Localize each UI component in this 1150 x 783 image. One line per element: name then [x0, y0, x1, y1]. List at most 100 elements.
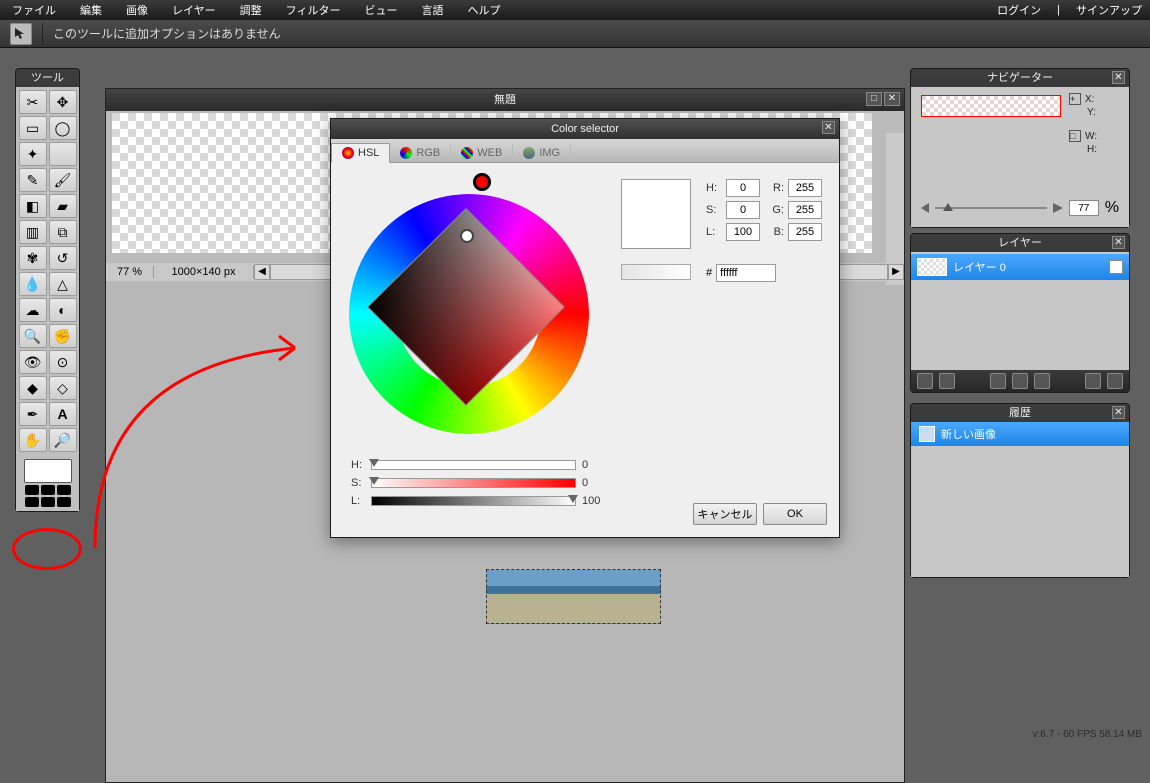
lasso-tool[interactable]: ◯	[49, 116, 77, 140]
preset-color-3[interactable]	[57, 485, 71, 495]
sponge-tool[interactable]: ◐	[49, 298, 77, 322]
hex-input[interactable]	[716, 264, 776, 282]
close-button[interactable]: ✕	[884, 92, 900, 106]
layer-row-0[interactable]: レイヤー 0 ✓	[911, 254, 1129, 280]
color-compare-strip	[621, 264, 691, 280]
new-layer-button[interactable]	[917, 373, 933, 389]
navigator-panel: ナビゲーター✕ +X: Y: □W: H: %	[910, 68, 1130, 228]
layer-name: レイヤー 0	[953, 259, 1006, 275]
s-slider[interactable]	[371, 478, 576, 488]
preset-color-5[interactable]	[41, 497, 55, 507]
navigator-thumbnail[interactable]	[921, 95, 1061, 117]
eyedropper-tool[interactable]: ✒	[19, 402, 47, 426]
clone-tool[interactable]: ⧉	[49, 220, 77, 244]
scroll-right-button[interactable]: ▶	[888, 264, 904, 280]
workspace: ツール ✂ ✥ ▭ ◯ ✦ ✎ 🖌 ◧ ▰ ▥ ⧉ ✾ ↺ 💧 △ ☁ ◐ 🔍 …	[0, 48, 1150, 740]
layer-settings-button[interactable]	[1085, 373, 1101, 389]
h-input[interactable]	[726, 179, 760, 197]
gradient-tool[interactable]: ▥	[19, 220, 47, 244]
r-label: R:	[764, 182, 784, 194]
g-label: G:	[764, 204, 784, 216]
s-input[interactable]	[726, 201, 760, 219]
tools-panel-title: ツール	[16, 69, 79, 87]
hand-tool[interactable]: ✋	[19, 428, 47, 452]
smudge-tool[interactable]: ☁	[19, 298, 47, 322]
delete-layer-button[interactable]	[1107, 373, 1123, 389]
preset-color-1[interactable]	[25, 485, 39, 495]
mask-button[interactable]	[939, 373, 955, 389]
tab-img[interactable]: IMG	[513, 144, 571, 162]
preset-color-4[interactable]	[25, 497, 39, 507]
replace-tool[interactable]: ↺	[49, 246, 77, 270]
tab-rgb[interactable]: RGB	[390, 144, 451, 162]
menu-adjust[interactable]: 調整	[228, 2, 274, 18]
preset-color-2[interactable]	[41, 485, 55, 495]
sl-marker[interactable]	[460, 229, 474, 243]
zoom-out-icon[interactable]	[921, 203, 929, 213]
pinch-tool[interactable]: ◇	[49, 376, 77, 400]
empty-1[interactable]	[49, 142, 77, 166]
tab-hsl[interactable]: HSL	[331, 143, 390, 163]
tab-web[interactable]: WEB	[451, 144, 513, 162]
layer-visibility-checkbox[interactable]: ✓	[1109, 260, 1123, 274]
type-tool[interactable]: A	[49, 402, 77, 426]
burn-tool[interactable]: ✊	[49, 324, 77, 348]
menu-image[interactable]: 画像	[114, 2, 160, 18]
menu-language[interactable]: 言語	[409, 2, 455, 18]
move-up-button[interactable]	[1034, 373, 1050, 389]
h-slider[interactable]	[371, 460, 576, 470]
zoom-in-icon[interactable]	[1053, 203, 1063, 213]
sharpen-tool[interactable]: △	[49, 272, 77, 296]
redeye-tool[interactable]: 👁	[19, 350, 47, 374]
history-item-new-image[interactable]: 新しい画像	[911, 422, 1129, 446]
b-input[interactable]	[788, 223, 822, 241]
pencil-tool[interactable]: ✎	[19, 168, 47, 192]
stamp-tool[interactable]: ✾	[19, 246, 47, 270]
brush-tool[interactable]: 🖌	[49, 168, 77, 192]
blur-tool[interactable]: 💧	[19, 272, 47, 296]
preset-color-6[interactable]	[57, 497, 71, 507]
zoom-input[interactable]	[1069, 200, 1099, 216]
w-label: W:	[1085, 131, 1097, 142]
crop-tool[interactable]: ✂	[19, 90, 47, 114]
marquee-tool[interactable]: ▭	[19, 116, 47, 140]
duplicate-layer-button[interactable]	[990, 373, 1006, 389]
zoom-slider-track[interactable]	[935, 207, 1047, 209]
pasted-image[interactable]	[486, 569, 661, 624]
foreground-color-swatch[interactable]	[24, 459, 72, 483]
maximize-button[interactable]: □	[866, 92, 882, 106]
dodge-tool[interactable]: 🔍	[19, 324, 47, 348]
navigator-close-button[interactable]: ✕	[1112, 71, 1125, 84]
login-link[interactable]: ログイン	[989, 2, 1049, 18]
r-input[interactable]	[788, 179, 822, 197]
signup-link[interactable]: サインアップ	[1068, 2, 1150, 18]
navigator-info: +X: Y: □W: H:	[1069, 93, 1097, 157]
color-mode-tabs: HSL RGB WEB IMG	[331, 139, 839, 163]
ok-button[interactable]: OK	[763, 503, 827, 525]
menu-edit[interactable]: 編集	[68, 2, 114, 18]
merge-button[interactable]	[1012, 373, 1028, 389]
dialog-close-button[interactable]: ✕	[822, 121, 835, 134]
eraser-tool[interactable]: ◧	[19, 194, 47, 218]
l-slider[interactable]	[371, 496, 576, 506]
menu-file[interactable]: ファイル	[0, 2, 68, 18]
move-tool[interactable]: ✥	[49, 90, 77, 114]
l-input[interactable]	[726, 223, 760, 241]
layers-close-button[interactable]: ✕	[1112, 236, 1125, 249]
menu-view[interactable]: ビュー	[352, 2, 409, 18]
menu-layer[interactable]: レイヤー	[160, 2, 228, 18]
bloat-tool[interactable]: ◆	[19, 376, 47, 400]
hue-marker[interactable]	[473, 173, 491, 191]
menu-filter[interactable]: フィルター	[274, 2, 353, 18]
bucket-tool[interactable]: ▰	[49, 194, 77, 218]
bounds-icon: □	[1069, 130, 1081, 142]
cancel-button[interactable]: キャンセル	[693, 503, 757, 525]
spot-tool[interactable]: ⊙	[49, 350, 77, 374]
scroll-left-button[interactable]: ◀	[254, 264, 270, 280]
l-label: L:	[706, 226, 722, 238]
menu-help[interactable]: ヘルプ	[455, 2, 512, 18]
zoom-tool[interactable]: 🔎	[49, 428, 77, 452]
g-input[interactable]	[788, 201, 822, 219]
history-close-button[interactable]: ✕	[1112, 406, 1125, 419]
wand-tool[interactable]: ✦	[19, 142, 47, 166]
